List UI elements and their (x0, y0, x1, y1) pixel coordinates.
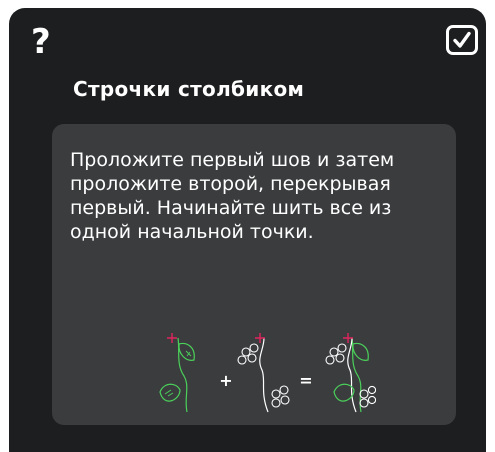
info-panel: Проложите первый шов и затем проложите в… (52, 124, 456, 425)
plus-sign: + (219, 371, 232, 390)
stitch-diagram: + = (159, 333, 376, 413)
dialog-title: Строчки столбиком (73, 77, 305, 101)
help-dialog: ? Строчки столбиком Проложите первый шов… (9, 8, 486, 452)
confirm-button[interactable] (446, 25, 478, 55)
instruction-text: Проложите первый шов и затем проложите в… (70, 149, 395, 243)
equals-sign: = (299, 371, 312, 390)
combined-stitch-illustration (325, 333, 376, 413)
start-point-marker (167, 333, 177, 343)
second-stitch-illustration (237, 333, 290, 413)
help-icon: ? (31, 22, 51, 62)
first-stitch-illustration (159, 333, 195, 413)
checkmark-icon (453, 31, 471, 48)
